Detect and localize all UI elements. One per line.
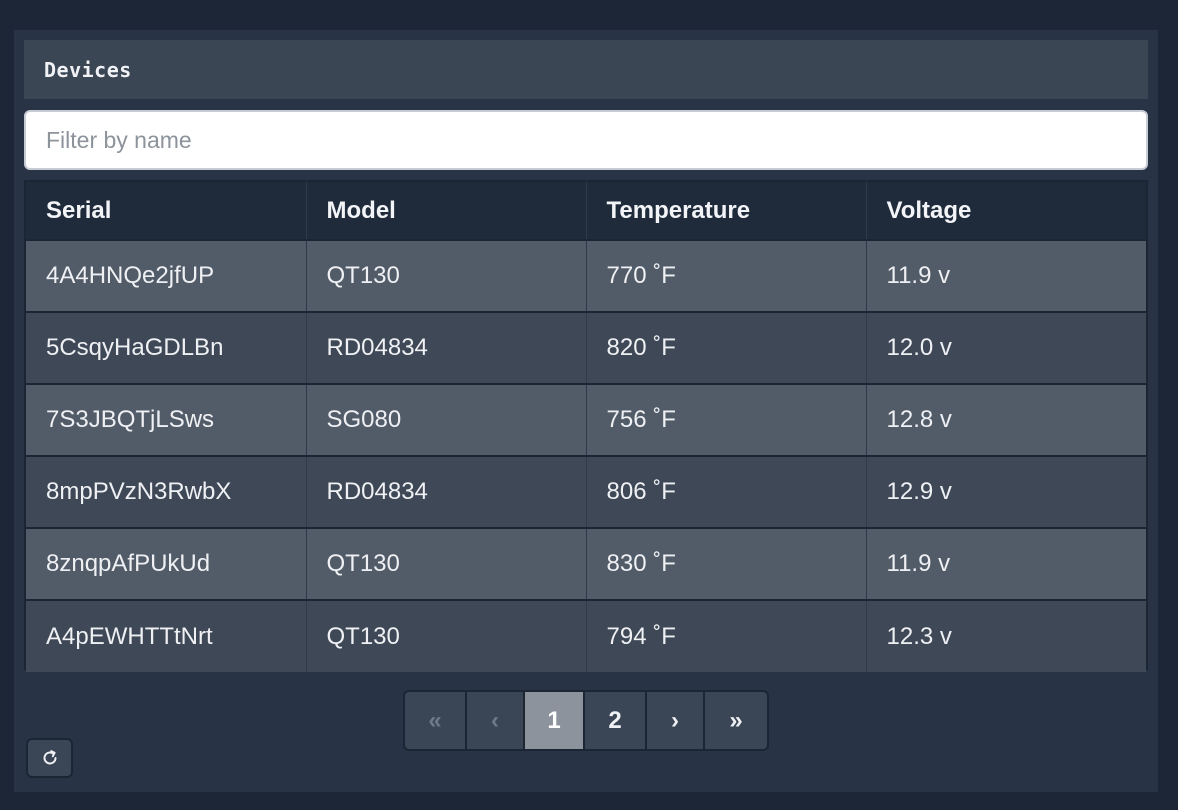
cell-model: RD04834 bbox=[306, 456, 587, 528]
table-row[interactable]: 5CsqyHaGDLBn RD04834 820 ˚F 12.0 v bbox=[26, 312, 1146, 384]
devices-panel: Devices Serial Model Temperature Voltage… bbox=[14, 30, 1158, 792]
cell-temperature: 830 ˚F bbox=[586, 528, 867, 600]
cell-model: SG080 bbox=[306, 384, 587, 456]
cell-serial: 8znqpAfPUkUd bbox=[26, 528, 307, 600]
table-row[interactable]: 7S3JBQTjLSws SG080 756 ˚F 12.8 v bbox=[26, 384, 1146, 456]
cell-temperature: 756 ˚F bbox=[586, 384, 867, 456]
cell-serial: 7S3JBQTjLSws bbox=[26, 384, 307, 456]
cell-model: RD04834 bbox=[306, 312, 587, 384]
first-page-button[interactable]: « bbox=[405, 692, 467, 749]
cell-voltage: 11.9 v bbox=[866, 240, 1146, 312]
cell-model: QT130 bbox=[306, 600, 587, 672]
devices-table: Serial Model Temperature Voltage 4A4HNQe… bbox=[24, 180, 1148, 672]
last-page-button[interactable]: » bbox=[705, 692, 767, 749]
table-row[interactable]: 4A4HNQe2jfUP QT130 770 ˚F 11.9 v bbox=[26, 240, 1146, 312]
column-header-voltage[interactable]: Voltage bbox=[866, 182, 1146, 240]
cell-serial: A4pEWHTTtNrt bbox=[26, 600, 307, 672]
refresh-icon bbox=[40, 748, 60, 768]
cell-voltage: 11.9 v bbox=[866, 528, 1146, 600]
column-header-serial[interactable]: Serial bbox=[26, 182, 307, 240]
page-2-button[interactable]: 2 bbox=[585, 692, 647, 749]
table-row[interactable]: 8znqpAfPUkUd QT130 830 ˚F 11.9 v bbox=[26, 528, 1146, 600]
next-page-button[interactable]: › bbox=[647, 692, 705, 749]
cell-voltage: 12.9 v bbox=[866, 456, 1146, 528]
table-header-row: Serial Model Temperature Voltage bbox=[26, 182, 1146, 240]
panel-header: Devices bbox=[24, 40, 1148, 99]
refresh-button[interactable] bbox=[26, 738, 73, 778]
cell-voltage: 12.0 v bbox=[866, 312, 1146, 384]
pagination: « ‹ 1 2 › » bbox=[403, 690, 769, 751]
cell-voltage: 12.8 v bbox=[866, 384, 1146, 456]
column-header-temperature[interactable]: Temperature bbox=[586, 182, 867, 240]
table-row[interactable]: A4pEWHTTtNrt QT130 794 ˚F 12.3 v bbox=[26, 600, 1146, 672]
page-1-button[interactable]: 1 bbox=[525, 692, 585, 749]
cell-temperature: 806 ˚F bbox=[586, 456, 867, 528]
cell-serial: 4A4HNQe2jfUP bbox=[26, 240, 307, 312]
cell-temperature: 794 ˚F bbox=[586, 600, 867, 672]
cell-model: QT130 bbox=[306, 528, 587, 600]
cell-model: QT130 bbox=[306, 240, 587, 312]
filter-input[interactable] bbox=[24, 110, 1148, 170]
table-row[interactable]: 8mpPVzN3RwbX RD04834 806 ˚F 12.9 v bbox=[26, 456, 1146, 528]
cell-voltage: 12.3 v bbox=[866, 600, 1146, 672]
cell-serial: 8mpPVzN3RwbX bbox=[26, 456, 307, 528]
cell-temperature: 770 ˚F bbox=[586, 240, 867, 312]
prev-page-button[interactable]: ‹ bbox=[467, 692, 525, 749]
cell-serial: 5CsqyHaGDLBn bbox=[26, 312, 307, 384]
cell-temperature: 820 ˚F bbox=[586, 312, 867, 384]
column-header-model[interactable]: Model bbox=[306, 182, 587, 240]
panel-title: Devices bbox=[44, 57, 132, 82]
